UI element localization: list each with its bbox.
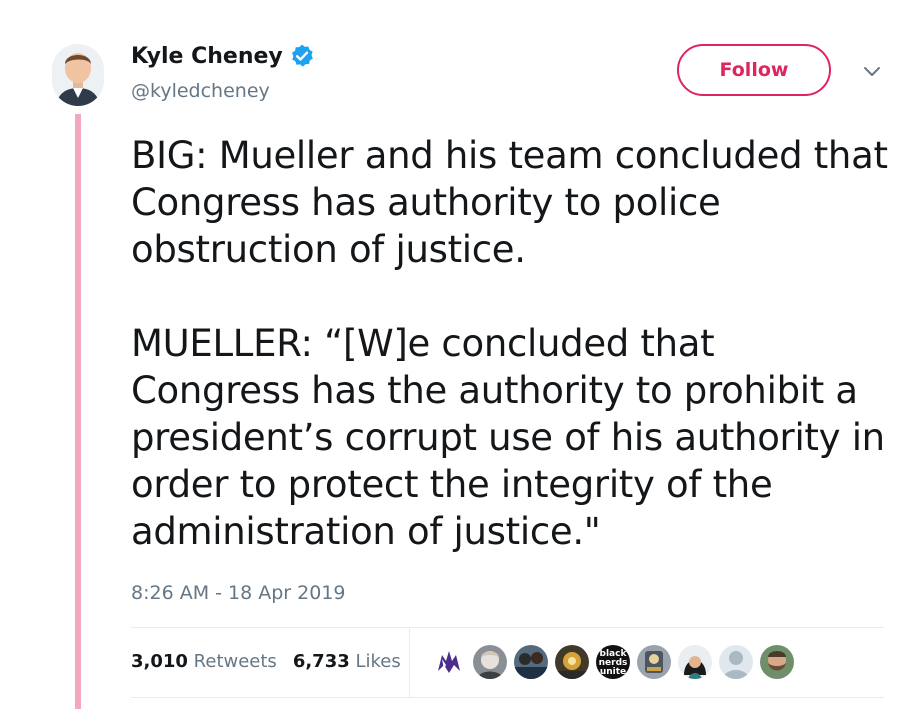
- user-name[interactable]: Kyle Cheney: [131, 43, 315, 69]
- retweets-stat[interactable]: 3,010 Retweets: [131, 651, 277, 672]
- liker-avatar[interactable]: [637, 645, 671, 679]
- user-name-text: Kyle Cheney: [131, 43, 283, 69]
- likers-avatars: black nerds unite: [432, 645, 794, 679]
- user-handle[interactable]: @kyledcheney: [131, 80, 270, 102]
- thread-line: [75, 114, 81, 709]
- liker-avatar[interactable]: [719, 645, 753, 679]
- tweet-text: BIG: Mueller and his team concluded that…: [131, 134, 888, 553]
- liker-avatar[interactable]: [555, 645, 589, 679]
- liker-avatar[interactable]: [432, 645, 466, 679]
- user-avatar[interactable]: [52, 44, 104, 106]
- verified-badge-icon: [291, 44, 313, 67]
- chevron-down-icon[interactable]: [860, 64, 884, 80]
- badge-line-3: unite: [600, 667, 626, 677]
- tweet-timestamp[interactable]: 8:26 AM - 18 Apr 2019: [131, 582, 346, 604]
- tweet-card: Kyle Cheney @kyledcheney Follow BIG: Mue…: [0, 0, 917, 709]
- liker-avatar[interactable]: [678, 645, 712, 679]
- liker-avatar[interactable]: [514, 645, 548, 679]
- likes-stat[interactable]: 6,733 Likes: [293, 651, 401, 672]
- avatar-image: [52, 44, 104, 106]
- retweets-count: 3,010: [131, 651, 188, 672]
- likes-label: Likes: [355, 651, 401, 672]
- stats-separator: [409, 628, 410, 697]
- likes-count: 6,733: [292, 651, 350, 672]
- divider-bottom: [131, 697, 884, 698]
- liker-avatar[interactable]: [760, 645, 794, 679]
- divider-top: [131, 627, 884, 628]
- follow-button[interactable]: Follow: [677, 44, 831, 96]
- tweet-stats: 3,010 Retweets 6,733 Likes: [131, 651, 401, 672]
- liker-avatar[interactable]: [473, 645, 507, 679]
- liker-avatar[interactable]: black nerds unite: [596, 645, 630, 679]
- retweets-label: Retweets: [193, 651, 277, 672]
